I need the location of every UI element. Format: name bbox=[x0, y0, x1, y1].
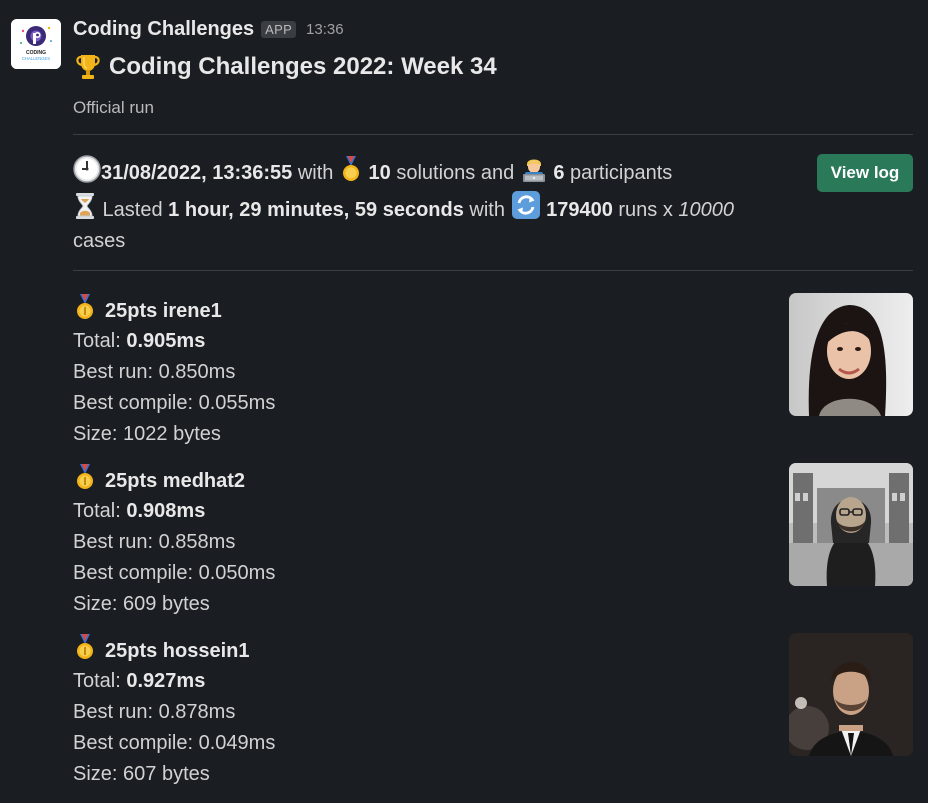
summary-text: participants bbox=[564, 162, 673, 184]
entry-details: 25pts medhat2 Total: 0.908ms Best run: 0… bbox=[73, 463, 913, 620]
best-run-label: Best run: bbox=[73, 361, 159, 384]
entry-name: 25pts irene1 bbox=[105, 299, 222, 322]
total-label: Total: bbox=[73, 330, 127, 353]
entry-title: 25pts medhat2 bbox=[73, 463, 913, 497]
cases-count: 10000 bbox=[678, 198, 735, 221]
entry-size: Size: 1022 bytes bbox=[73, 419, 913, 450]
best-compile-label: Best compile: bbox=[73, 731, 199, 754]
clock-icon bbox=[73, 155, 101, 183]
participants-count: 6 bbox=[553, 162, 565, 184]
total-value: 0.905ms bbox=[126, 330, 206, 353]
entry-best-run: Best run: 0.878ms bbox=[73, 697, 913, 728]
summary-text: runs x bbox=[612, 198, 679, 221]
total-value: 0.908ms bbox=[126, 500, 206, 523]
app-name[interactable]: Coding Challenges bbox=[73, 18, 254, 41]
entry-total: Total: 0.908ms bbox=[73, 496, 913, 527]
summary-text: Lasted bbox=[97, 198, 169, 221]
size-value: 1022 bytes bbox=[123, 422, 221, 445]
total-value: 0.927ms bbox=[126, 670, 206, 693]
post-title: Coding Challenges 2022: Week 34 bbox=[109, 53, 497, 80]
size-value: 607 bytes bbox=[123, 762, 210, 785]
size-value: 609 bytes bbox=[123, 592, 210, 615]
summary-text: solutions and bbox=[390, 162, 520, 184]
entry-best-compile: Best compile: 0.050ms bbox=[73, 558, 913, 589]
best-run-value: 0.858ms bbox=[158, 531, 236, 554]
sports-medal-icon bbox=[339, 155, 363, 183]
svg-text:CHALLENGES: CHALLENGES bbox=[22, 56, 50, 61]
best-compile-label: Best compile: bbox=[73, 561, 199, 584]
best-run-label: Best run: bbox=[73, 531, 159, 554]
first-place-medal-icon bbox=[73, 293, 97, 321]
entry-size: Size: 609 bytes bbox=[73, 589, 913, 620]
trophy-icon bbox=[73, 52, 103, 82]
total-label: Total: bbox=[73, 670, 127, 693]
best-run-label: Best run: bbox=[73, 701, 159, 724]
post-title-row: Coding Challenges 2022: Week 34 bbox=[73, 50, 913, 84]
leaderboard-entry: 25pts irene1 Total: 0.905ms Best run: 0.… bbox=[73, 292, 913, 463]
run-duration: 1 hour, 29 minutes, 59 seconds bbox=[168, 198, 464, 221]
message-timestamp[interactable]: 13:36 bbox=[306, 21, 344, 38]
entry-details: 25pts hossein1 Total: 0.927ms Best run: … bbox=[73, 633, 913, 790]
size-label: Size: bbox=[73, 762, 124, 785]
entry-best-compile: Best compile: 0.055ms bbox=[73, 388, 913, 419]
coding-challenges-logo: CODING CHALLENGES bbox=[11, 19, 61, 69]
entry-title: 25pts irene1 bbox=[73, 293, 913, 327]
participant-photo[interactable] bbox=[789, 462, 913, 586]
best-compile-value: 0.050ms bbox=[198, 561, 276, 584]
entry-total: Total: 0.905ms bbox=[73, 326, 913, 357]
best-compile-value: 0.055ms bbox=[198, 391, 276, 414]
summary-text: with bbox=[292, 162, 339, 184]
app-avatar[interactable]: CODING CHALLENGES bbox=[11, 19, 61, 69]
app-badge: APP bbox=[261, 20, 297, 38]
entry-title: 25pts hossein1 bbox=[73, 633, 913, 667]
divider bbox=[73, 269, 913, 271]
runs-count: 179400 bbox=[546, 198, 613, 221]
entry-total: Total: 0.927ms bbox=[73, 666, 913, 697]
entry-best-run: Best run: 0.850ms bbox=[73, 357, 913, 388]
leaderboard-entry: 25pts hossein1 Total: 0.927ms Best run: … bbox=[73, 632, 913, 803]
first-place-medal-icon bbox=[73, 633, 97, 661]
size-label: Size: bbox=[73, 592, 124, 615]
entry-details: 25pts irene1 Total: 0.905ms Best run: 0.… bbox=[73, 293, 913, 450]
total-label: Total: bbox=[73, 500, 127, 523]
participant-photo[interactable] bbox=[789, 632, 913, 756]
size-label: Size: bbox=[73, 422, 124, 445]
solutions-count: 10 bbox=[368, 162, 391, 184]
best-compile-label: Best compile: bbox=[73, 391, 199, 414]
view-log-button[interactable]: View log bbox=[817, 154, 913, 192]
entry-best-compile: Best compile: 0.049ms bbox=[73, 728, 913, 759]
technologist-icon bbox=[520, 155, 548, 183]
divider bbox=[73, 134, 913, 135]
entry-best-run: Best run: 0.858ms bbox=[73, 527, 913, 558]
best-run-value: 0.878ms bbox=[158, 701, 236, 724]
hourglass-icon bbox=[73, 192, 97, 220]
run-summary: 31/08/2022, 13:36:55 with 10 solutions a… bbox=[73, 154, 913, 258]
post-subtitle: Official run bbox=[73, 98, 154, 117]
summary-text: cases bbox=[73, 230, 126, 252]
arrows-counterclockwise-icon bbox=[511, 190, 541, 220]
run-datetime: 31/08/2022, 13:36:55 bbox=[101, 162, 293, 184]
message-content: Coding Challenges APP 13:36 Coding Chall… bbox=[73, 14, 913, 803]
leaderboard-entry: 25pts medhat2 Total: 0.908ms Best run: 0… bbox=[73, 462, 913, 633]
entry-size: Size: 607 bytes bbox=[73, 759, 913, 790]
best-run-value: 0.850ms bbox=[158, 361, 236, 384]
message-header: Coding Challenges APP 13:36 bbox=[73, 14, 913, 44]
leaderboard: 25pts irene1 Total: 0.905ms Best run: 0.… bbox=[73, 292, 913, 803]
participant-photo[interactable] bbox=[789, 292, 913, 416]
entry-name: 25pts medhat2 bbox=[105, 469, 246, 492]
summary-text: with bbox=[463, 198, 511, 221]
first-place-medal-icon bbox=[73, 463, 97, 491]
best-compile-value: 0.049ms bbox=[198, 731, 276, 754]
entry-name: 25pts hossein1 bbox=[105, 639, 250, 662]
message: CODING CHALLENGES Coding Challenges APP … bbox=[0, 0, 928, 786]
